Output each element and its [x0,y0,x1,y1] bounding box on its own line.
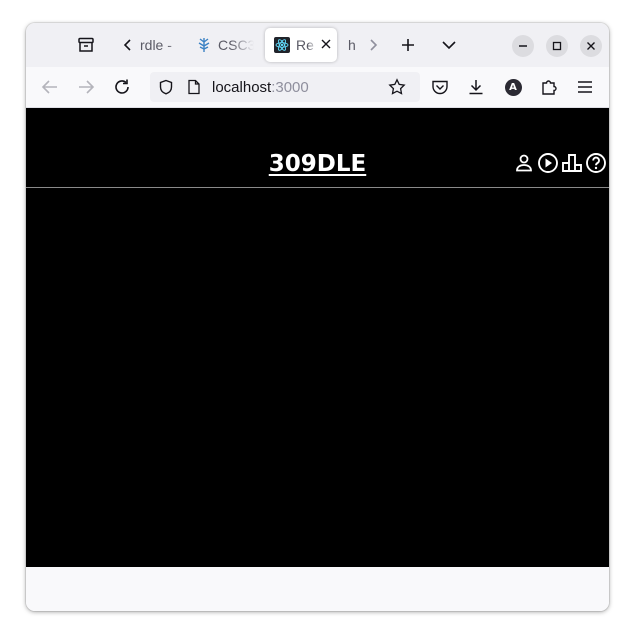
help-icon[interactable] [584,151,608,175]
back-icon[interactable] [38,75,62,99]
tree-icon [196,37,212,53]
forward-icon[interactable] [74,75,98,99]
tab-scroll-right-icon[interactable] [363,35,383,55]
close-window-icon[interactable] [580,35,602,57]
tab-1-label: rdle - [140,37,172,53]
user-icon[interactable] [512,151,536,175]
extensions-icon[interactable] [537,75,561,99]
tab-3-active[interactable]: Re [265,28,337,62]
tab-4-label: h [348,37,356,53]
firefox-view-icon[interactable] [76,35,96,55]
tab-2-label: CSC3 [218,37,254,53]
browser-window: rdle - CSC3 Re h localhost:3000 A 309DLE [26,23,609,611]
reload-icon[interactable] [110,75,134,99]
tab-2[interactable]: CSC3 [196,28,254,62]
page-info-icon[interactable] [187,79,201,99]
react-icon [274,37,290,53]
url-port: :3000 [271,79,309,96]
url-host: localhost [212,79,272,96]
maximize-icon[interactable] [546,35,568,57]
account-avatar: A [504,78,522,96]
bookmark-star-icon[interactable] [388,78,406,100]
close-tab-icon[interactable] [320,37,332,53]
tab-4[interactable]: h [348,28,362,62]
navigation-toolbar: localhost:3000 A [26,67,609,108]
tab-strip: rdle - CSC3 Re h [26,23,609,67]
tab-scroll-left-icon[interactable] [118,35,138,55]
play-icon[interactable] [536,151,560,175]
account-icon[interactable]: A [501,75,525,99]
minimize-icon[interactable] [512,35,534,57]
shield-icon[interactable] [158,79,174,99]
tab-3-label: Re [296,37,314,53]
list-all-tabs-icon[interactable] [439,35,459,55]
tab-1[interactable]: rdle - [140,28,184,62]
new-tab-icon[interactable] [398,35,418,55]
downloads-icon[interactable] [464,75,488,99]
leaderboard-icon[interactable] [560,151,584,175]
pocket-icon[interactable] [428,75,452,99]
window-bottom-area [26,567,609,611]
url-bar[interactable]: localhost:3000 [150,72,420,102]
site-header: 309DLE [26,108,609,188]
page-content: 309DLE [26,108,609,567]
menu-icon[interactable] [573,75,597,99]
url-text: localhost:3000 [212,79,309,96]
